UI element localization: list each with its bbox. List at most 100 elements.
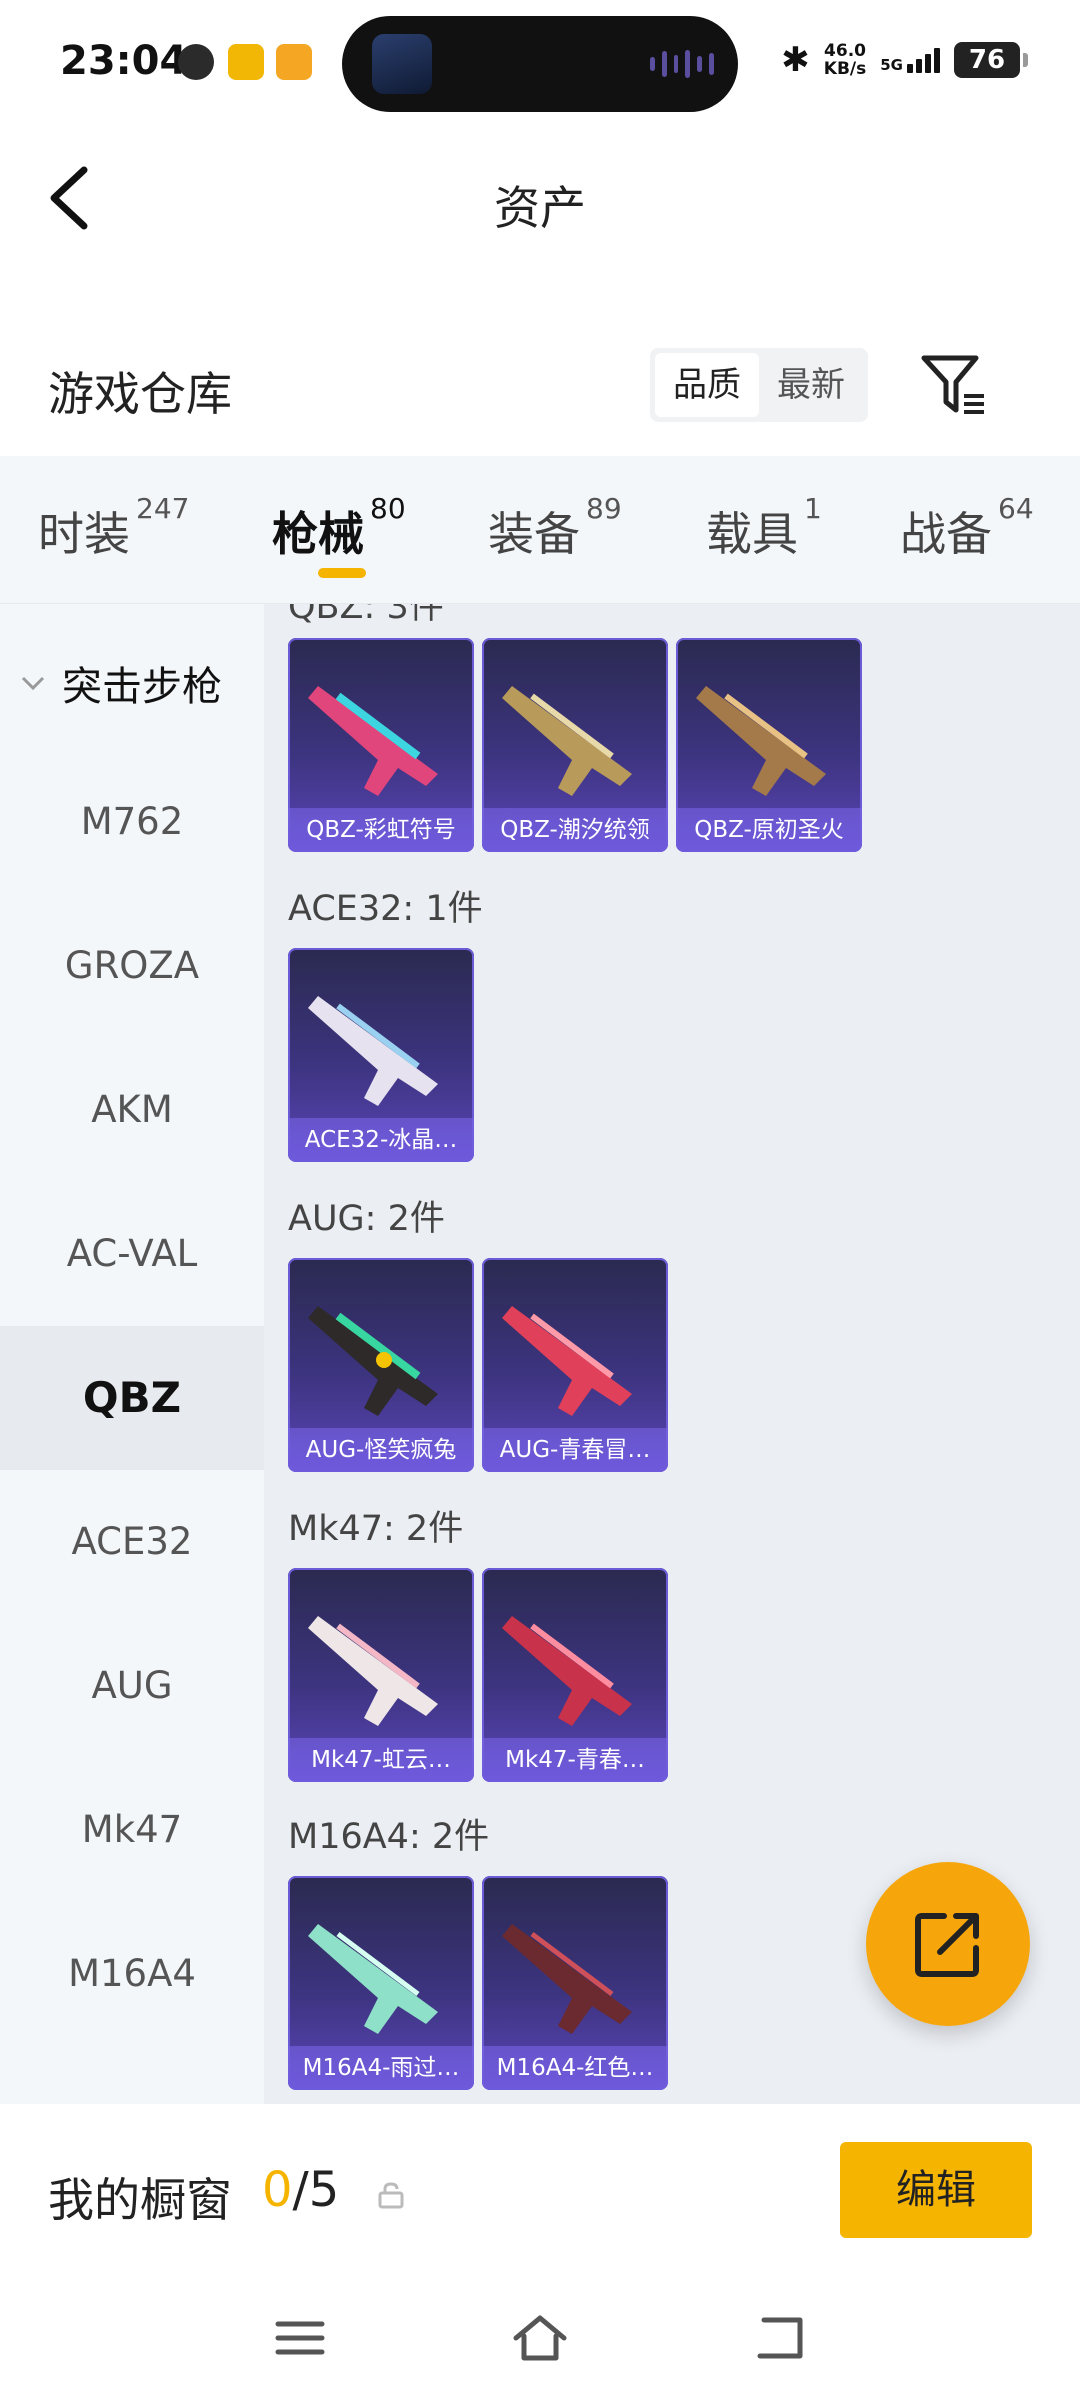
- tab-count: 80: [370, 492, 406, 525]
- showcase-current: 0: [262, 2162, 293, 2218]
- home-icon: [513, 2315, 567, 2361]
- menu-icon: [275, 2321, 325, 2355]
- media-thumbnail: [372, 34, 432, 94]
- skin-name: Mk47-青春…: [482, 1738, 668, 1782]
- sort-newest[interactable]: 最新: [759, 353, 863, 417]
- share-icon: [915, 1913, 979, 1977]
- showcase-total: /5: [292, 2162, 340, 2218]
- skin-name: QBZ-潮汐统领: [482, 808, 668, 852]
- tab-label: 战备: [900, 507, 992, 561]
- home-nav-button[interactable]: [510, 2308, 570, 2368]
- section-title: QBZ: 3件: [288, 604, 444, 627]
- share-button[interactable]: [866, 1862, 1030, 2026]
- showcase-count: 0/5: [262, 2162, 339, 2218]
- tab-count: 64: [998, 492, 1034, 525]
- status-bar: 23:04 ✱ 46.0 KB/s 5G 76: [0, 0, 1080, 128]
- skin-card[interactable]: M16A4-雨过…: [288, 1876, 474, 2090]
- skin-name: QBZ-彩虹符号: [288, 808, 474, 852]
- tab-active-indicator: [318, 568, 366, 578]
- tab-label: 枪械: [272, 507, 364, 561]
- skin-card[interactable]: M16A4-红色…: [482, 1876, 668, 2090]
- app-root: 23:04 ✱ 46.0 KB/s 5G 76 资产 游戏仓库 品质 最新 时装…: [0, 0, 1080, 2400]
- skin-card[interactable]: QBZ-彩虹符号: [288, 638, 474, 852]
- skin-card[interactable]: AUG-怪笑疯兔: [288, 1258, 474, 1472]
- edit-button[interactable]: 编辑: [840, 2142, 1032, 2238]
- signal-group: 5G: [880, 47, 940, 73]
- warehouse-title: 游戏仓库: [48, 367, 232, 421]
- menu-nav-button[interactable]: [270, 2308, 330, 2368]
- tab-label: 时装: [38, 507, 130, 561]
- dynamic-island[interactable]: [342, 16, 738, 112]
- section-title: M16A4: 2件: [288, 1817, 490, 1857]
- showcase-bar: 我的橱窗 0/5 编辑: [0, 2104, 1080, 2284]
- rifle-icon: [308, 1924, 438, 2034]
- category-item[interactable]: AKM: [0, 1038, 264, 1182]
- rifle-icon: [308, 1306, 438, 1416]
- tab-count: 247: [136, 492, 190, 525]
- app-notification-icon: [178, 44, 214, 80]
- category-item[interactable]: AC-VAL: [0, 1182, 264, 1326]
- battery-level: 76: [968, 45, 1006, 75]
- lock-icon: [378, 2182, 404, 2209]
- net-speed-value: 46.0: [824, 41, 866, 61]
- section-title: AUG: 2件: [288, 1199, 445, 1239]
- rifle-icon: [308, 996, 438, 1106]
- page-title: 资产: [494, 181, 586, 235]
- rifle-icon: [502, 686, 632, 796]
- tab-vehicles[interactable]: 载具 1: [706, 492, 822, 564]
- skin-name: AUG-怪笑疯兔: [288, 1428, 474, 1472]
- weapon-category-list: 突击步枪 M762 GROZA AKM AC-VAL QBZ ACE32 AUG…: [0, 604, 264, 2104]
- skin-card[interactable]: AUG-青春冒…: [482, 1258, 668, 1472]
- category-item[interactable]: ACE32: [0, 1470, 264, 1614]
- skin-name: Mk47-虹云…: [288, 1738, 474, 1782]
- sort-toggle: 品质 最新: [650, 348, 868, 422]
- app-notification-icon: [228, 44, 264, 80]
- back-nav-button[interactable]: [750, 2308, 810, 2368]
- skin-name: ACE32-冰晶…: [288, 1118, 474, 1162]
- tab-label: 装备: [488, 507, 580, 561]
- category-item-active[interactable]: QBZ: [0, 1326, 264, 1470]
- chevron-down-icon: [21, 676, 45, 691]
- net-speed: 46.0 KB/s: [824, 42, 866, 78]
- sort-quality[interactable]: 品质: [655, 353, 759, 417]
- signal-icon: [907, 47, 940, 73]
- category-group-assault-rifle[interactable]: 突击步枪: [18, 654, 222, 712]
- rifle-icon: [308, 1616, 438, 1726]
- category-item[interactable]: M16A4: [0, 1902, 264, 2046]
- system-nav-bar: [0, 2284, 1080, 2400]
- skin-card[interactable]: QBZ-原初圣火: [676, 638, 862, 852]
- category-item[interactable]: GROZA: [0, 894, 264, 1038]
- category-item[interactable]: M762: [0, 750, 264, 894]
- status-time: 23:04: [60, 38, 188, 84]
- skin-card[interactable]: ACE32-冰晶…: [288, 948, 474, 1162]
- rifle-icon: [308, 686, 438, 796]
- showcase-label: 我的橱窗: [48, 2173, 232, 2227]
- tab-firearms[interactable]: 枪械 80: [272, 492, 406, 564]
- category-group-label: 突击步枪: [62, 664, 222, 710]
- rifle-icon: [502, 1306, 632, 1416]
- skin-name: M16A4-雨过…: [288, 2046, 474, 2090]
- bluetooth-icon: ✱: [781, 40, 810, 80]
- category-tabs: 时装 247 枪械 80 装备 89 载具 1 战备 64: [0, 456, 1080, 604]
- skin-name: AUG-青春冒…: [482, 1428, 668, 1472]
- return-icon: [757, 2317, 803, 2359]
- filter-button[interactable]: [920, 352, 988, 418]
- filter-icon: [921, 355, 984, 414]
- skin-card[interactable]: Mk47-青春…: [482, 1568, 668, 1782]
- skin-card[interactable]: QBZ-潮汐统领: [482, 638, 668, 852]
- page-header: 资产: [0, 128, 1080, 268]
- category-item[interactable]: Mk47: [0, 1758, 264, 1902]
- audio-wave-icon: [650, 50, 714, 78]
- tab-count: 89: [586, 492, 622, 525]
- tab-fashion[interactable]: 时装 247: [38, 492, 189, 564]
- section-title: ACE32: 1件: [288, 889, 483, 929]
- net-speed-unit: KB/s: [823, 59, 867, 79]
- tab-equipment[interactable]: 装备 89: [488, 492, 622, 564]
- tab-label: 载具: [706, 507, 798, 561]
- status-right: ✱ 46.0 KB/s 5G 76: [781, 40, 1028, 80]
- tab-gear[interactable]: 战备 64: [900, 492, 1034, 564]
- rifle-icon: [502, 1616, 632, 1726]
- skin-card[interactable]: Mk47-虹云…: [288, 1568, 474, 1782]
- battery-icon: 76: [954, 42, 1028, 78]
- category-item[interactable]: AUG: [0, 1614, 264, 1758]
